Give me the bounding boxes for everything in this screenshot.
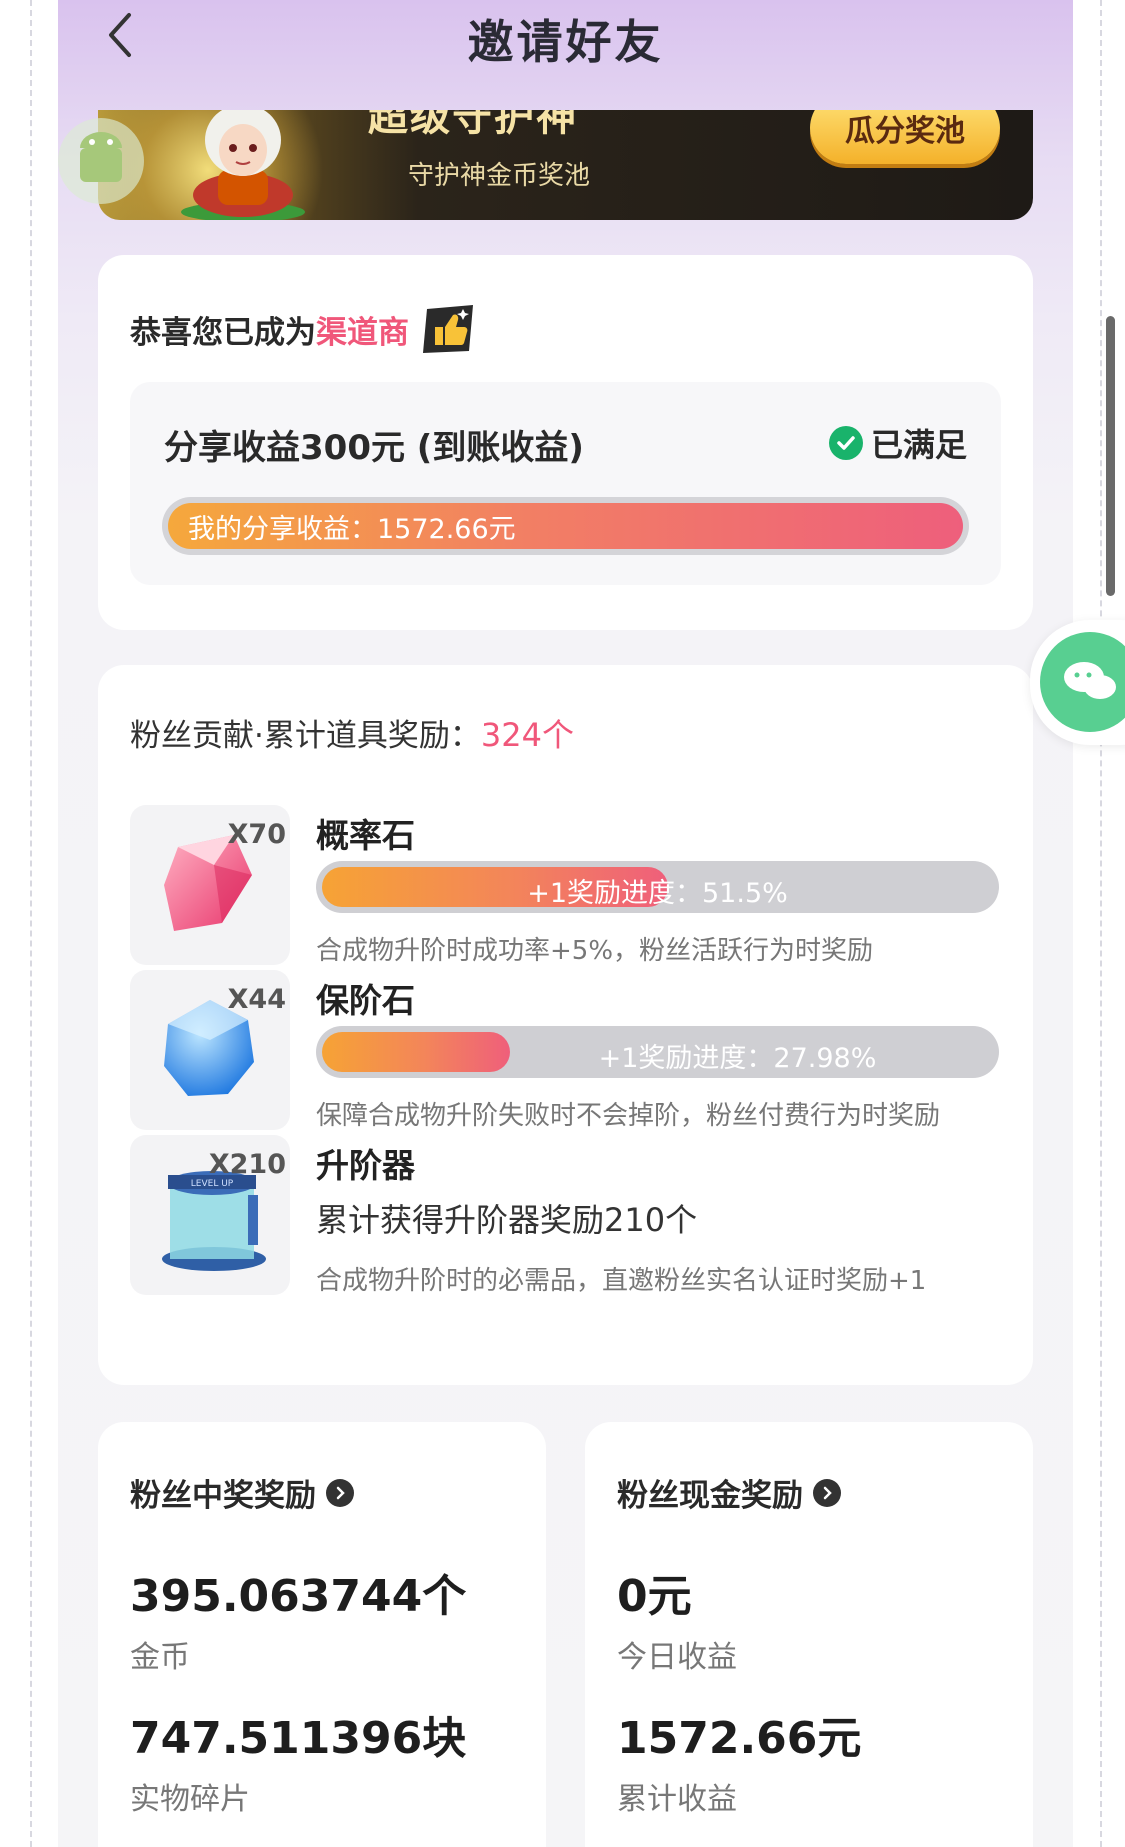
item-thumbnail: X70 bbox=[130, 805, 290, 965]
level-up-label: LEVEL UP bbox=[191, 1179, 234, 1189]
list-item[interactable]: X70 概率石 +1奖励进度：51.5% 合成物升阶时成功率+5%，粉丝活跃行为… bbox=[130, 805, 1010, 970]
item-thumbnail: LEVEL UP X210 bbox=[130, 1135, 290, 1295]
fans-prize-title-text: 粉丝中奖奖励 bbox=[130, 1478, 316, 1514]
item-quantity: X70 bbox=[227, 819, 286, 850]
fans-title-text: 粉丝贡献·累计道具奖励： bbox=[130, 718, 481, 754]
fragment-label: 实物碎片 bbox=[130, 1782, 250, 1817]
banner-title: 超级守护神 bbox=[368, 110, 578, 140]
page-border-right bbox=[1100, 0, 1102, 1847]
share-income-title: 分享收益300元 (到账收益) bbox=[164, 428, 584, 468]
total-income-value: 1572.66元 bbox=[617, 1713, 862, 1764]
item-progress: +1奖励进度：27.98% bbox=[316, 1026, 999, 1078]
list-item[interactable]: X44 保阶石 +1奖励进度：27.98% 保障合成物升阶失败时不会掉阶，粉丝付… bbox=[130, 970, 1010, 1135]
page-title: 邀请好友 bbox=[467, 15, 664, 69]
coin-value: 395.063744个 bbox=[130, 1571, 467, 1622]
item-name: 保阶石 bbox=[316, 981, 415, 1020]
item-description: 合成物升阶时的必需品，直邀粉丝实名认证时奖励+1 bbox=[316, 1266, 927, 1296]
item-name: 概率石 bbox=[316, 816, 415, 855]
scrollbar[interactable] bbox=[1106, 316, 1115, 596]
item-name: 升阶器 bbox=[316, 1146, 415, 1185]
list-item[interactable]: LEVEL UP X210 升阶器 累计获得升阶器奖励210个 合成物升阶时的必… bbox=[130, 1135, 1010, 1300]
congrats-line: 恭喜您已成为 渠道商 bbox=[130, 303, 477, 355]
fragment-value: 747.511396块 bbox=[130, 1713, 467, 1764]
share-pool-button[interactable]: 瓜分奖池 bbox=[810, 110, 1000, 164]
channel-partner-card: 恭喜您已成为 渠道商 分享收益300元 (到账收益) 已满足 我的分享收益：15… bbox=[98, 255, 1033, 630]
item-quantity: X210 bbox=[208, 1149, 286, 1180]
item-description: 合成物升阶时成功率+5%，粉丝活跃行为时奖励 bbox=[316, 936, 874, 966]
status-text: 已满足 bbox=[870, 426, 967, 464]
fans-count: 324个 bbox=[480, 716, 574, 754]
thumbs-up-icon bbox=[423, 305, 473, 353]
app-screen: 邀请好友 超级守护神 守护神金币奖池 瓜分奖池 恭喜您已成为 渠道商 分享收益3… bbox=[58, 0, 1073, 1847]
today-income-value: 0元 bbox=[617, 1571, 692, 1622]
status-badge: 已满足 bbox=[828, 420, 967, 466]
item-description: 保障合成物升阶失败时不会掉阶，粉丝付费行为时奖励 bbox=[316, 1101, 941, 1131]
fans-cash-card[interactable]: 粉丝现金奖励 0元 今日收益 1572.66元 累计收益 bbox=[585, 1422, 1033, 1847]
item-progress: +1奖励进度：51.5% bbox=[316, 861, 999, 913]
fans-cash-title[interactable]: 粉丝现金奖励 bbox=[617, 1470, 841, 1515]
mascot-image bbox=[181, 110, 305, 220]
android-icon bbox=[58, 118, 144, 204]
check-circle-icon bbox=[828, 426, 863, 460]
coin-label: 金币 bbox=[130, 1640, 190, 1675]
chevron-right-icon[interactable] bbox=[813, 1478, 841, 1507]
today-income-label: 今日收益 bbox=[617, 1640, 737, 1675]
fans-prize-card[interactable]: 粉丝中奖奖励 395.063744个 金币 747.511396块 实物碎片 bbox=[98, 1422, 546, 1847]
banner-subtitle: 守护神金币奖池 bbox=[408, 161, 591, 191]
share-income-progress-label: 我的分享收益：1572.66元 bbox=[188, 514, 516, 545]
page-border-left bbox=[30, 0, 32, 1847]
fans-prize-title[interactable]: 粉丝中奖奖励 bbox=[130, 1470, 354, 1515]
share-income-panel: 分享收益300元 (到账收益) 已满足 我的分享收益：1572.66元 bbox=[130, 382, 1001, 585]
fans-contribution-title: 粉丝贡献·累计道具奖励：324个 bbox=[130, 710, 574, 756]
congrats-highlight: 渠道商 bbox=[316, 314, 409, 351]
congrats-prefix: 恭喜您已成为 bbox=[130, 314, 316, 351]
chevron-right-icon[interactable] bbox=[326, 1478, 354, 1507]
item-progress-label: +1奖励进度：27.98% bbox=[598, 1043, 877, 1074]
fans-cash-title-text: 粉丝现金奖励 bbox=[617, 1478, 803, 1514]
chat-bubble-icon bbox=[1040, 632, 1125, 732]
item-quantity: X44 bbox=[227, 984, 286, 1015]
share-income-progress: 我的分享收益：1572.66元 bbox=[162, 497, 969, 555]
item-progress-label: +1奖励进度：51.5% bbox=[527, 878, 788, 909]
fans-contribution-card: 粉丝贡献·累计道具奖励：324个 X70 概率石 +1奖励进度：51.5% 合成… bbox=[98, 665, 1033, 1385]
total-income-label: 累计收益 bbox=[617, 1782, 737, 1817]
guardian-banner[interactable]: 超级守护神 守护神金币奖池 瓜分奖池 bbox=[98, 110, 1033, 220]
item-thumbnail: X44 bbox=[130, 970, 290, 1130]
item-summary: 累计获得升阶器奖励210个 bbox=[316, 1201, 698, 1239]
